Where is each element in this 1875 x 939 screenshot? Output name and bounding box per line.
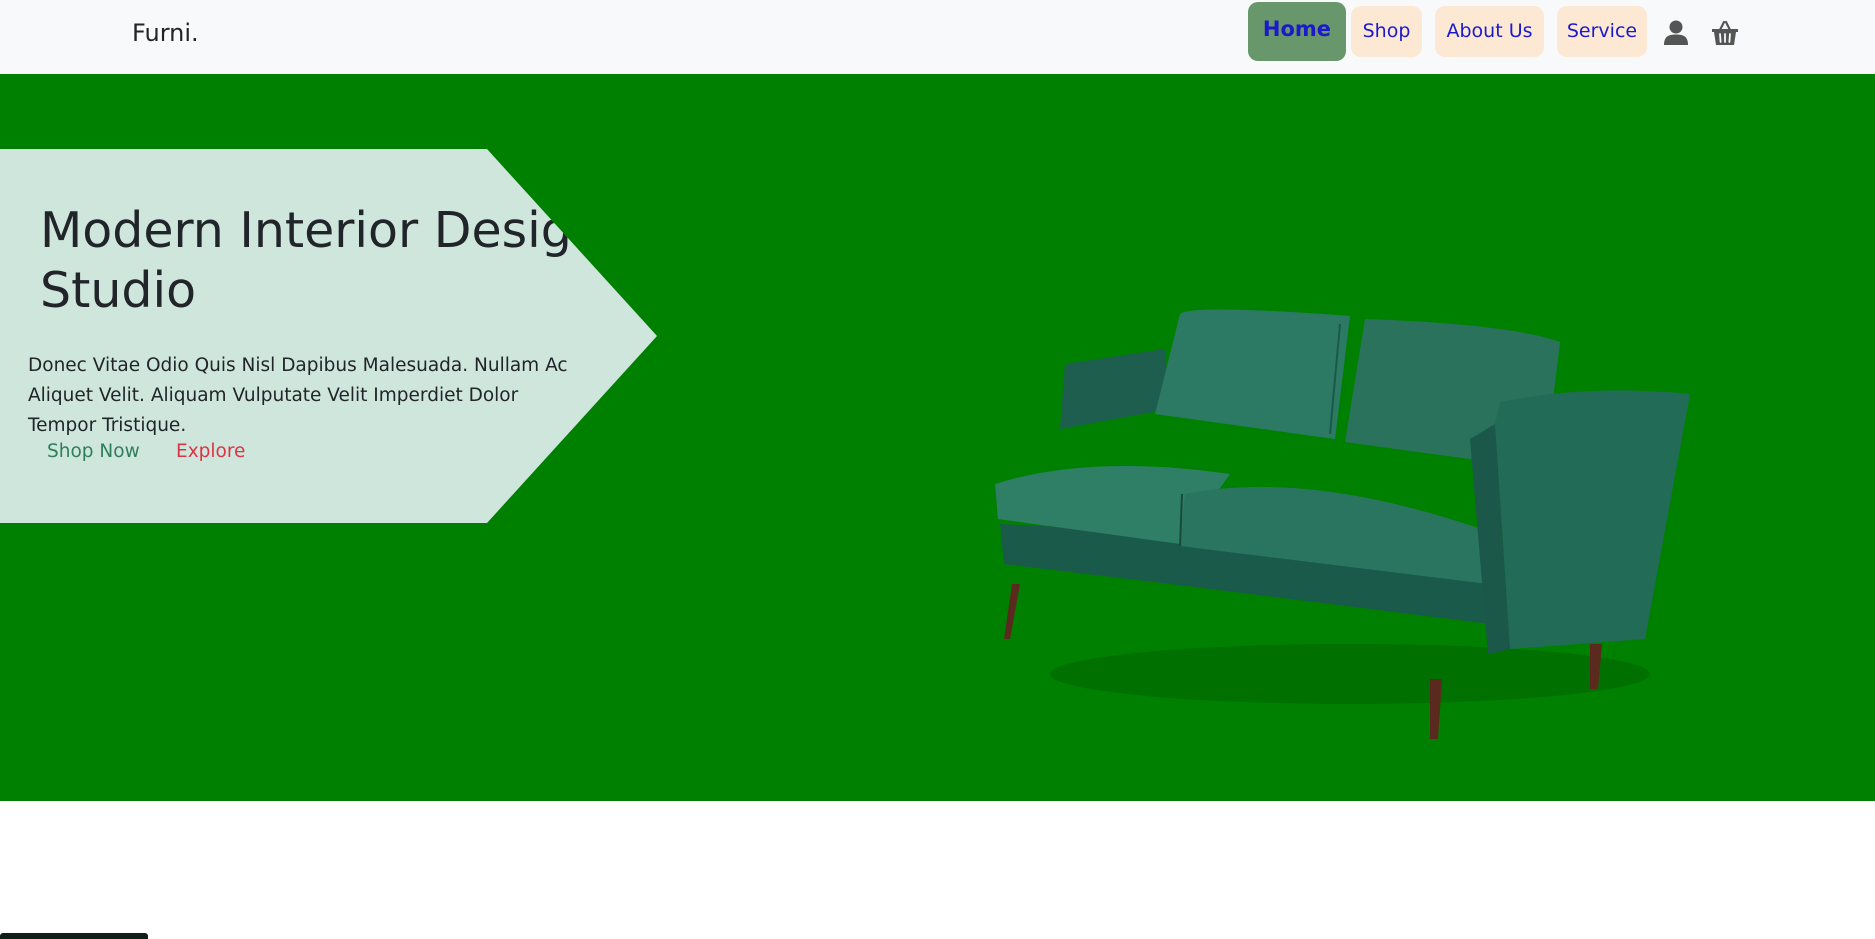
cart-icon[interactable]	[1710, 18, 1740, 48]
brand-logo[interactable]: Furni.	[132, 19, 199, 47]
hero-description: Donec Vitae Odio Quis Nisl Dapibus Males…	[28, 354, 568, 436]
explore-button[interactable]: Explore	[176, 440, 245, 464]
nav-item-home[interactable]: Home	[1248, 2, 1346, 61]
user-icon[interactable]	[1661, 18, 1691, 48]
hero-banner: Modern Interior Design Studio Donec Vita…	[0, 149, 657, 523]
hero-title: Modern Interior Design Studio	[40, 201, 657, 321]
bottom-edge-element	[0, 933, 148, 939]
hero-title-line-1: Modern Interior Design	[40, 202, 603, 259]
nav-item-shop[interactable]: Shop	[1351, 6, 1422, 57]
sofa-image	[995, 309, 1690, 739]
nav-item-about-us[interactable]: About Us	[1435, 6, 1544, 57]
hero-title-line-2: Studio	[40, 262, 197, 319]
navbar: Furni. Home Shop About Us Service	[0, 0, 1875, 74]
hero-section: Modern Interior Design Studio Donec Vita…	[0, 74, 1875, 801]
shop-now-button[interactable]: Shop Now	[47, 440, 140, 464]
nav-item-service[interactable]: Service	[1557, 6, 1647, 57]
